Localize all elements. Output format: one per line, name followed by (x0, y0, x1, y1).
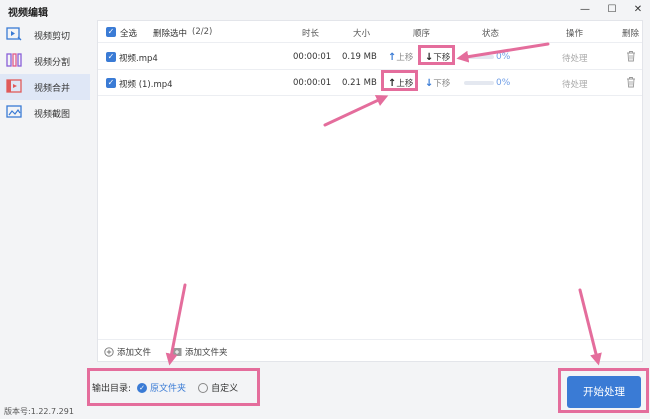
window-title: 视频编辑 (8, 8, 48, 19)
file-list-panel: ✓ 全选 删除选中 (2/2) 时长 大小 顺序 状态 操作 删除 ✓ 视频.m… (97, 20, 643, 362)
progress-percent: 0% (496, 78, 511, 88)
file-duration: 00:00:01 (293, 78, 332, 88)
selection-count: (2/2) (192, 27, 213, 37)
annotation-box-move-up (381, 70, 418, 91)
minimize-button[interactable]: — (577, 2, 593, 18)
video-merge-icon (6, 79, 22, 93)
file-size: 0.19 MB (342, 52, 377, 62)
sidebar: 视频剪切 视频分割 视频合并 视频截图 (0, 22, 92, 402)
sidebar-item-video-merge[interactable]: 视频合并 (0, 74, 90, 100)
action-status: 待处理 (562, 54, 588, 64)
move-up-button[interactable]: ↑上移 (388, 51, 413, 63)
table-row: ✓ 视频.mp4 00:00:01 0.19 MB ↑上移 ↓下移 0% 待处理 (98, 44, 642, 70)
select-all-label[interactable]: 全选 (120, 27, 137, 39)
table-header: ✓ 全选 删除选中 (2/2) 时长 大小 顺序 状态 操作 删除 (98, 21, 642, 43)
add-folder-button[interactable]: 添加文件夹 (172, 346, 228, 358)
sidebar-item-label: 视频剪切 (34, 32, 71, 42)
column-status: 状态 (482, 29, 500, 39)
progress-percent: 0% (496, 52, 511, 62)
delete-selected-button[interactable]: 删除选中 (153, 27, 187, 39)
file-name: 视频.mp4 (119, 54, 158, 64)
add-file-button[interactable]: 添加文件 (104, 346, 151, 358)
trash-icon[interactable] (626, 76, 636, 88)
sidebar-item-label: 视频截图 (34, 110, 71, 120)
action-status: 待处理 (562, 80, 588, 90)
column-order: 顺序 (413, 29, 431, 39)
annotation-box-start (558, 368, 649, 413)
file-duration: 00:00:01 (293, 52, 332, 62)
file-size: 0.21 MB (342, 78, 377, 88)
move-down-button[interactable]: ↓下移 (425, 77, 450, 89)
trash-icon[interactable] (626, 50, 636, 62)
select-all-checkbox[interactable]: ✓ (106, 27, 116, 37)
plus-circle-icon (104, 347, 114, 357)
annotation-box-output (87, 368, 260, 406)
column-delete: 删除 (622, 29, 640, 39)
table-row: ✓ 视频 (1).mp4 00:00:01 0.21 MB ↑上移 ↓下移 0%… (98, 70, 642, 96)
column-size: 大小 (353, 29, 371, 39)
version-label: 版本号:1.22.7.291 (4, 407, 74, 416)
video-split-icon (6, 53, 22, 67)
sidebar-item-label: 视频合并 (34, 84, 71, 94)
column-duration: 时长 (302, 29, 320, 39)
file-name: 视频 (1).mp4 (119, 80, 173, 90)
annotation-box-move-down (418, 45, 455, 65)
panel-footer: 添加文件 添加文件夹 (98, 339, 642, 361)
progress-bar (464, 55, 494, 59)
video-screenshot-icon (6, 105, 22, 118)
row-checkbox[interactable]: ✓ (106, 52, 116, 62)
video-cut-icon (6, 27, 22, 41)
folder-plus-icon (172, 348, 182, 356)
progress-bar (464, 81, 494, 85)
row-checkbox[interactable]: ✓ (106, 78, 116, 88)
close-button[interactable]: ✕ (630, 2, 646, 18)
column-action: 操作 (566, 29, 584, 39)
sidebar-item-video-cut[interactable]: 视频剪切 (0, 22, 90, 48)
maximize-button[interactable]: ☐ (604, 2, 620, 18)
title-bar: 视频编辑 — ☐ ✕ (0, 0, 650, 20)
sidebar-item-video-screenshot[interactable]: 视频截图 (0, 100, 90, 126)
sidebar-item-video-split[interactable]: 视频分割 (0, 48, 90, 74)
sidebar-item-label: 视频分割 (34, 58, 71, 68)
